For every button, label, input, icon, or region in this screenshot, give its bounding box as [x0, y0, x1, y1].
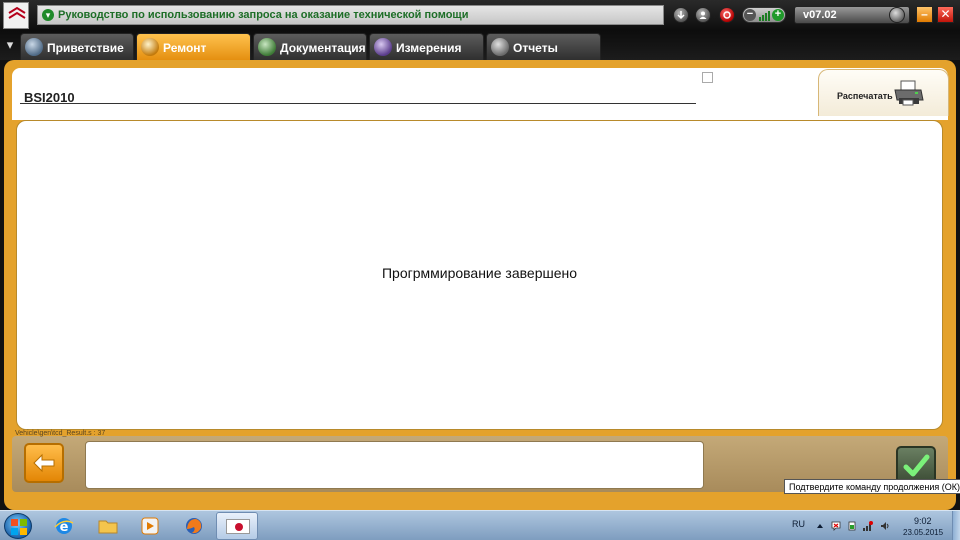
tab-label: Отчеты: [513, 41, 558, 55]
settings-knob-icon[interactable]: [889, 7, 905, 23]
version-box: v07.02: [794, 6, 910, 24]
globe-icon: [25, 38, 43, 56]
taskbar-diagnostic-app[interactable]: [216, 512, 258, 540]
taskbar-media-player[interactable]: [130, 513, 168, 539]
status-message: Прогрммирование завершено: [381, 265, 578, 281]
citroen-logo: [3, 2, 29, 29]
top-toolbar: ▾ Руководство по использованию запроса н…: [0, 0, 960, 31]
tab-label: Приветствие: [47, 41, 124, 55]
tab-measurements[interactable]: Измерения: [369, 33, 484, 60]
clock-time[interactable]: 9:02: [914, 516, 932, 526]
content-panel: Прогрммирование завершено: [16, 120, 943, 430]
tab-welcome[interactable]: Приветствие: [20, 33, 134, 60]
firefox-icon: [186, 518, 202, 534]
network-icon[interactable]: [863, 521, 873, 531]
header-checkbox[interactable]: [702, 72, 713, 83]
download-button[interactable]: [673, 7, 689, 23]
language-indicator[interactable]: RU: [792, 519, 805, 529]
title-bar: ▾ Руководство по использованию запроса н…: [37, 5, 664, 25]
main-nav: ▾ Приветствие Ремонт Документация Измере…: [0, 31, 960, 60]
record-button[interactable]: [719, 7, 735, 23]
book-icon: [258, 38, 276, 56]
tab-repair[interactable]: Ремонт: [136, 33, 251, 60]
internet-explorer-icon: e: [54, 518, 74, 535]
app-title: Руководство по использованию запроса на …: [58, 9, 469, 21]
user-button[interactable]: [695, 7, 711, 23]
print-label: Распечатать: [837, 91, 893, 101]
signal-plus-button[interactable]: +: [772, 9, 784, 21]
tab-reports[interactable]: Отчеты: [486, 33, 601, 60]
clock-date[interactable]: 23.05.2015: [903, 528, 943, 537]
chevron-down-icon[interactable]: ▾: [2, 37, 18, 53]
taskbar-firefox[interactable]: [174, 513, 212, 539]
comment-field[interactable]: [85, 441, 704, 489]
show-desktop-button[interactable]: [952, 511, 960, 540]
tab-label: Ремонт: [163, 41, 207, 55]
page-header: BSI2010 Распечатать: [12, 68, 949, 120]
ok-tooltip: Подтвердите команду продолжения (ОК): [784, 479, 960, 494]
signal-control: − +: [742, 7, 786, 23]
show-hidden-icons-icon[interactable]: [815, 521, 825, 531]
print-button[interactable]: Распечатать: [818, 69, 949, 116]
battery-icon[interactable]: [847, 521, 857, 531]
media-player-icon: [141, 517, 159, 535]
header-divider: [20, 103, 696, 104]
document-icon: [491, 38, 509, 56]
main-panel: BSI2010 Распечатать Прогрммирование заве…: [4, 60, 956, 510]
tab-documentation[interactable]: Документация: [253, 33, 367, 60]
windows-taskbar: e RU 9:02 23.05.2015: [0, 510, 960, 540]
back-button[interactable]: [24, 443, 64, 483]
magnifier-icon: [141, 38, 159, 56]
signal-bars-icon: [759, 11, 770, 21]
start-button[interactable]: [4, 513, 32, 539]
taskbar-internet-explorer[interactable]: e: [44, 513, 82, 539]
volume-icon[interactable]: [880, 521, 890, 531]
app-flag-icon: [226, 519, 250, 534]
taskbar-explorer[interactable]: [88, 513, 126, 539]
windows-logo-icon: [11, 519, 27, 535]
checkmark-icon: [903, 454, 930, 477]
tab-label: Документация: [280, 41, 366, 55]
waveform-icon: [374, 38, 392, 56]
vehicle-script-path: Vehicle\gen\tcd_Result.s : 37: [15, 430, 106, 437]
folder-icon: [98, 520, 118, 534]
arrow-left-icon: [33, 453, 55, 473]
close-button[interactable]: ✕: [937, 6, 954, 23]
version-label: v07.02: [803, 9, 837, 21]
minimize-button[interactable]: –: [916, 6, 933, 23]
signal-minus-button[interactable]: −: [744, 9, 756, 21]
action-center-icon[interactable]: [831, 521, 841, 531]
tab-label: Измерения: [396, 41, 462, 55]
info-icon: ▾: [42, 9, 54, 21]
printer-icon: [894, 80, 924, 106]
